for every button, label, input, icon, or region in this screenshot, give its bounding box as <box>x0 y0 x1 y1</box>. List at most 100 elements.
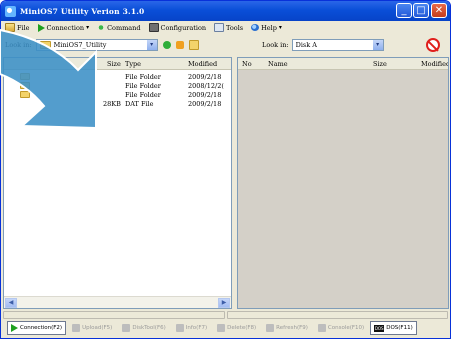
menu-configuration[interactable]: Configuration <box>148 23 207 32</box>
row-size: 28KB <box>103 100 121 108</box>
module-list-header: No Name Size Modified <box>238 58 448 70</box>
left-look-in-value: MiniOS7_Utility <box>53 41 107 49</box>
dos-icon: DOS <box>374 324 385 332</box>
new-folder-icon[interactable] <box>188 40 199 50</box>
delete-button[interactable]: Delete(F8) <box>213 321 260 335</box>
row-type: DAT File <box>125 100 154 108</box>
connection-icon <box>37 23 45 32</box>
app-window: MiniOS7 Utility Verion 3.1.0 _ □ ✕ File … <box>0 0 451 339</box>
function-key-bar: Connection(F2) Upload(F5) DiskTool(F6) I… <box>7 320 417 336</box>
table-row[interactable]: File Folder 2009/2/18 <box>4 91 231 99</box>
tools-icon <box>214 23 225 32</box>
column-modified[interactable]: Modified <box>421 60 448 68</box>
column-size[interactable]: Size <box>107 60 121 68</box>
file-icon <box>5 23 15 32</box>
disconnected-icon[interactable] <box>426 38 440 52</box>
close-button[interactable]: ✕ <box>431 3 447 18</box>
left-look-in-bar: Look in: MiniOS7_Utility ▾ <box>3 35 231 55</box>
dos-button-label: DOS(F11) <box>386 325 413 331</box>
row-modified: 2009/2/18 <box>188 91 222 99</box>
folder-icon <box>20 91 30 98</box>
chevron-down-icon: ▾ <box>86 24 90 31</box>
upload-button[interactable]: Upload(F5) <box>68 321 116 335</box>
horizontal-scrollbar[interactable]: ◀ ▶ <box>4 296 231 308</box>
table-row[interactable]: File Folder 2008/12/2( <box>4 82 231 90</box>
menu-file-label: File <box>17 23 30 32</box>
console-button[interactable]: Console(F10) <box>314 321 368 335</box>
menu-connection[interactable]: Connection ▾ <box>37 23 90 32</box>
menu-file[interactable]: File <box>5 23 30 32</box>
up-folder-icon[interactable] <box>175 41 184 49</box>
left-look-in-dropdown[interactable]: MiniOS7_Utility ▾ <box>35 39 158 51</box>
right-look-in-dropdown[interactable]: Disk A ▾ <box>291 39 384 51</box>
chevron-down-icon[interactable]: ▾ <box>146 40 157 50</box>
scroll-right-icon[interactable]: ▶ <box>218 298 230 308</box>
chevron-down-icon[interactable]: ▾ <box>372 40 383 50</box>
info-button-label: Info(F7) <box>185 325 208 331</box>
minimize-button[interactable]: _ <box>396 3 412 18</box>
disktool-icon <box>122 324 131 332</box>
back-icon[interactable] <box>162 41 171 49</box>
disktool-button-label: DiskTool(F6) <box>132 325 166 331</box>
menu-help[interactable]: Help ▾ <box>251 24 282 32</box>
console-button-label: Console(F10) <box>327 325 365 331</box>
menu-command[interactable]: Command <box>97 23 141 32</box>
local-list-header: Size Type Modified <box>4 58 231 70</box>
dos-button[interactable]: DOS DOS(F11) <box>370 321 417 335</box>
column-modified[interactable]: Modified <box>188 60 217 68</box>
command-icon <box>97 24 106 31</box>
left-look-in-label: Look in: <box>5 41 32 49</box>
column-size[interactable]: Size <box>373 60 387 68</box>
status-cell <box>3 311 225 319</box>
table-row[interactable]: File Folder 2009/2/18 <box>4 73 231 81</box>
connection-icon <box>11 324 18 332</box>
configuration-icon <box>148 23 159 32</box>
column-type[interactable]: Type <box>125 60 141 68</box>
row-type: File Folder <box>125 82 161 90</box>
menu-connection-label: Connection <box>46 23 85 32</box>
menu-tools[interactable]: Tools <box>214 23 243 32</box>
right-look-in-value: Disk A <box>295 41 317 49</box>
help-icon <box>251 24 260 31</box>
row-type: File Folder <box>125 91 161 99</box>
module-file-list[interactable]: No Name Size Modified <box>237 57 449 309</box>
console-icon <box>317 324 326 332</box>
row-modified: 2008/12/2( <box>188 82 224 90</box>
chevron-down-icon: ▾ <box>278 24 282 31</box>
folder-icon <box>39 41 51 49</box>
maximize-button[interactable]: □ <box>413 3 429 18</box>
menu-configuration-label: Configuration <box>160 23 207 32</box>
menu-help-label: Help <box>261 23 277 32</box>
info-button[interactable]: Info(F7) <box>172 321 211 335</box>
column-name[interactable]: Name <box>268 60 288 68</box>
connection-button[interactable]: Connection(F2) <box>7 321 67 335</box>
disktool-button[interactable]: DiskTool(F6) <box>118 321 169 335</box>
connection-button-label: Connection(F2) <box>20 325 63 331</box>
column-no[interactable]: No <box>242 60 252 68</box>
status-cell <box>226 311 448 319</box>
row-modified: 2009/2/18 <box>188 100 222 108</box>
refresh-button[interactable]: Refresh(F9) <box>262 321 312 335</box>
title-bar[interactable]: MiniOS7 Utility Verion 3.1.0 _ □ ✕ <box>1 1 450 21</box>
scroll-left-icon[interactable]: ◀ <box>5 298 17 308</box>
local-file-list[interactable]: Size Type Modified File Folder 2009/2/18… <box>3 57 232 309</box>
upload-button-label: Upload(F5) <box>82 325 113 331</box>
refresh-icon <box>266 324 275 332</box>
table-row[interactable]: 28KB DAT File 2009/2/18 <box>4 100 231 108</box>
right-look-in-bar: Look in: Disk A ▾ <box>238 35 450 55</box>
status-bar <box>3 311 448 319</box>
delete-button-label: Delete(F8) <box>227 325 257 331</box>
info-icon <box>175 324 184 332</box>
menu-command-label: Command <box>107 23 141 32</box>
right-look-in-label: Look in: <box>262 41 289 49</box>
upload-icon <box>72 324 81 332</box>
folder-icon <box>20 82 30 89</box>
menu-bar: File Connection ▾ Command Configuration … <box>1 21 450 34</box>
refresh-button-label: Refresh(F9) <box>276 325 308 331</box>
delete-icon <box>217 324 226 332</box>
folder-icon <box>20 73 30 80</box>
row-modified: 2009/2/18 <box>188 73 222 81</box>
app-icon <box>5 5 16 17</box>
row-type: File Folder <box>125 73 161 81</box>
window-title: MiniOS7 Utility Verion 3.1.0 <box>20 6 145 16</box>
